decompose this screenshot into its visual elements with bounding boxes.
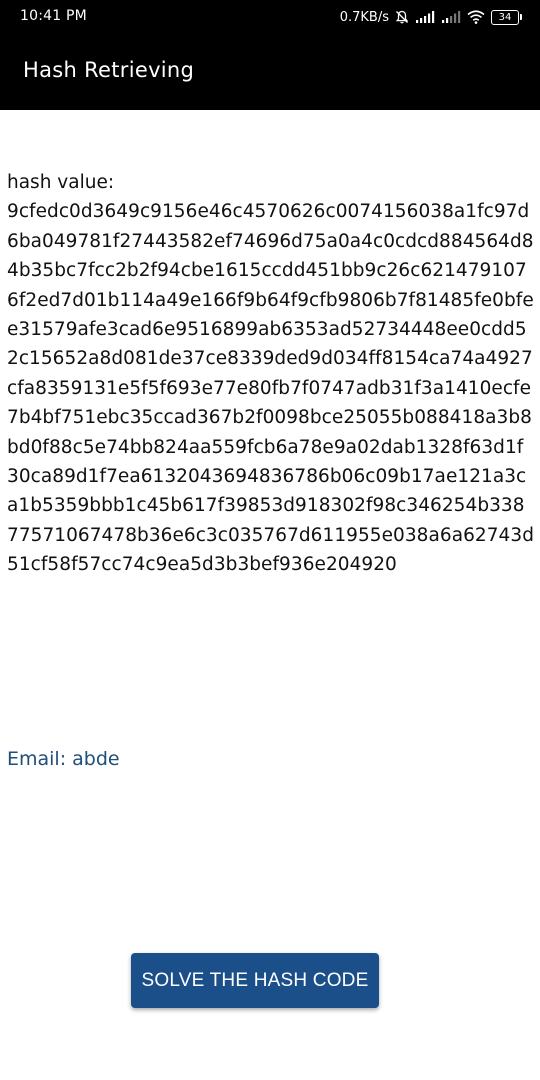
battery-tip bbox=[520, 14, 522, 20]
status-bar: 10:41 PM 0.7KB/s 34 bbox=[0, 0, 540, 34]
app-title: Hash Retrieving bbox=[23, 58, 195, 82]
signal-icon bbox=[415, 11, 435, 23]
wifi-icon bbox=[467, 10, 485, 24]
network-speed: 0.7KB/s bbox=[339, 9, 389, 25]
solve-hash-button[interactable]: SOLVE THE HASH CODE bbox=[131, 953, 379, 1008]
status-icons: 0.7KB/s 34 bbox=[340, 7, 522, 27]
alarm-off-icon bbox=[395, 10, 409, 24]
battery-level: 34 bbox=[491, 9, 519, 25]
app-bar: Hash Retrieving bbox=[0, 34, 540, 110]
hash-value: 9cfedc0d3649c9156e46c4570626c0074156038a… bbox=[7, 201, 534, 576]
signal-weak-icon bbox=[441, 11, 461, 23]
hash-label: hash value: bbox=[7, 172, 115, 193]
hash-section: hash value: 9cfedc0d3649c9156e46c4570626… bbox=[7, 168, 535, 580]
battery-icon: 34 bbox=[491, 9, 522, 25]
email-text: Email: abde bbox=[7, 748, 120, 770]
status-time: 10:41 PM bbox=[20, 8, 87, 24]
app-screen: 10:41 PM 0.7KB/s 34 Hash Retrieving hash… bbox=[0, 0, 540, 1080]
